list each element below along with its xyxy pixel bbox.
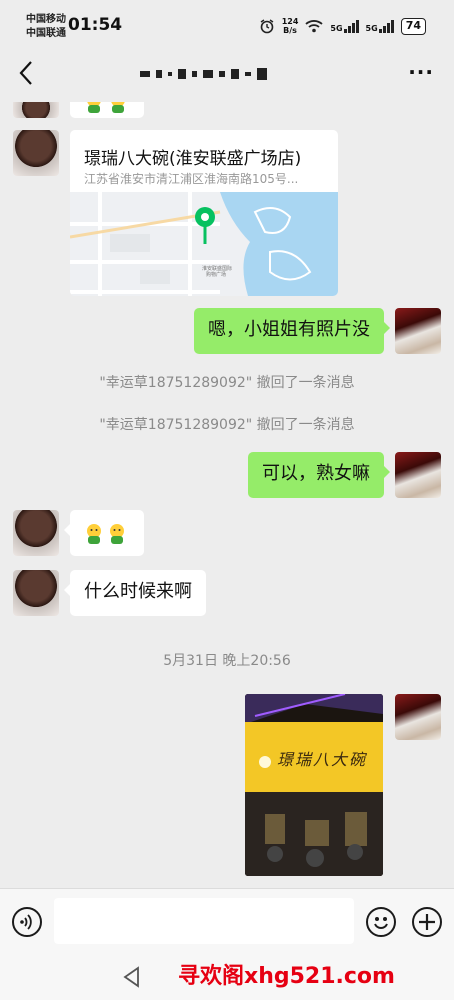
emoji-icon [108,102,128,114]
nav-back-icon[interactable] [122,966,142,988]
status-icons: 124 B/s 5G 5G 74 [259,14,426,38]
recall-notice: "幸运草18751289092" 撤回了一条消息 [99,417,355,433]
input-bar [0,888,454,956]
timestamp: 5月31日 晚上20:56 [163,653,291,669]
map-pin-icon [195,207,215,244]
map-label: 购物广场 [206,271,226,278]
net-speed: 124 B/s [282,17,299,35]
avatar-self[interactable] [395,694,441,740]
message-text: 嗯，小姐姐有照片没 [208,319,370,340]
received-message-bubble[interactable]: 什么时候来啊 [64,570,206,616]
emoji-icon [84,523,104,545]
net-speed-value: 124 [281,17,299,26]
location-map: 淮安联盛国际 购物广场 [70,192,338,296]
location-address: 江苏省淮安市清江浦区淮海南路105号... [84,172,299,186]
location-name: 璟瑞八大碗(淮安联盛广场店) [84,149,302,169]
chat-header: ··· [0,44,454,102]
map-label: 淮安联盛国际 [202,265,232,272]
signal-bars-icon [378,19,394,33]
photo-sign-text: 璟瑞八大碗 [277,750,368,769]
image-message[interactable]: 璟瑞八大碗 [245,694,383,876]
avatar-contact[interactable] [13,102,59,118]
carrier-1: 中国移动 [26,14,66,25]
carrier-2: 中国联通 [26,28,66,39]
watermark: 寻欢阁xhg521.com [178,964,395,989]
location-card[interactable]: 璟瑞八大碗(淮安联盛广场店) 江苏省淮安市清江浦区淮海南路105号... 淮安联… [70,130,338,296]
sent-message-bubble[interactable]: 嗯，小姐姐有照片没 [194,308,390,354]
recall-notice: "幸运草18751289092" 撤回了一条消息 [99,375,355,391]
avatar-contact[interactable] [13,510,59,556]
message-input[interactable] [54,898,354,944]
battery-indicator: 74 [400,17,426,35]
chevron-left-icon[interactable] [14,58,38,88]
emoji-message-bubble[interactable] [64,510,144,556]
emoji-icon[interactable] [366,907,396,937]
alarm-icon [260,19,274,34]
avatar-self[interactable] [395,308,441,354]
avatar-contact[interactable] [13,570,59,616]
emoji-bubble-partial[interactable] [70,102,144,118]
message-text: 可以，熟女嘛 [262,463,370,484]
emoji-icon [107,523,127,545]
avatar-contact[interactable] [13,130,59,176]
message-text: 什么时候来啊 [84,581,192,602]
plus-icon[interactable] [412,907,442,937]
signal-1-label: 5G [330,24,343,33]
net-speed-unit: B/s [283,26,297,35]
emoji-icon [84,102,104,114]
signal-bars-icon [343,19,359,33]
sent-message-bubble[interactable]: 可以，熟女嘛 [248,452,390,498]
more-icon[interactable]: ··· [408,62,434,82]
signal-2: 5G [366,19,394,33]
voice-icon[interactable] [12,907,42,937]
signal-2-label: 5G [365,24,378,33]
status-bar: 中国移动 中国联通 01:54 124 B/s 5G 5G 74 [0,0,454,44]
signal-1: 5G [330,19,359,33]
avatar-self[interactable] [395,452,441,498]
wifi-icon [305,20,324,33]
clock: 01:54 [68,15,123,35]
contact-name-redacted [140,68,267,80]
